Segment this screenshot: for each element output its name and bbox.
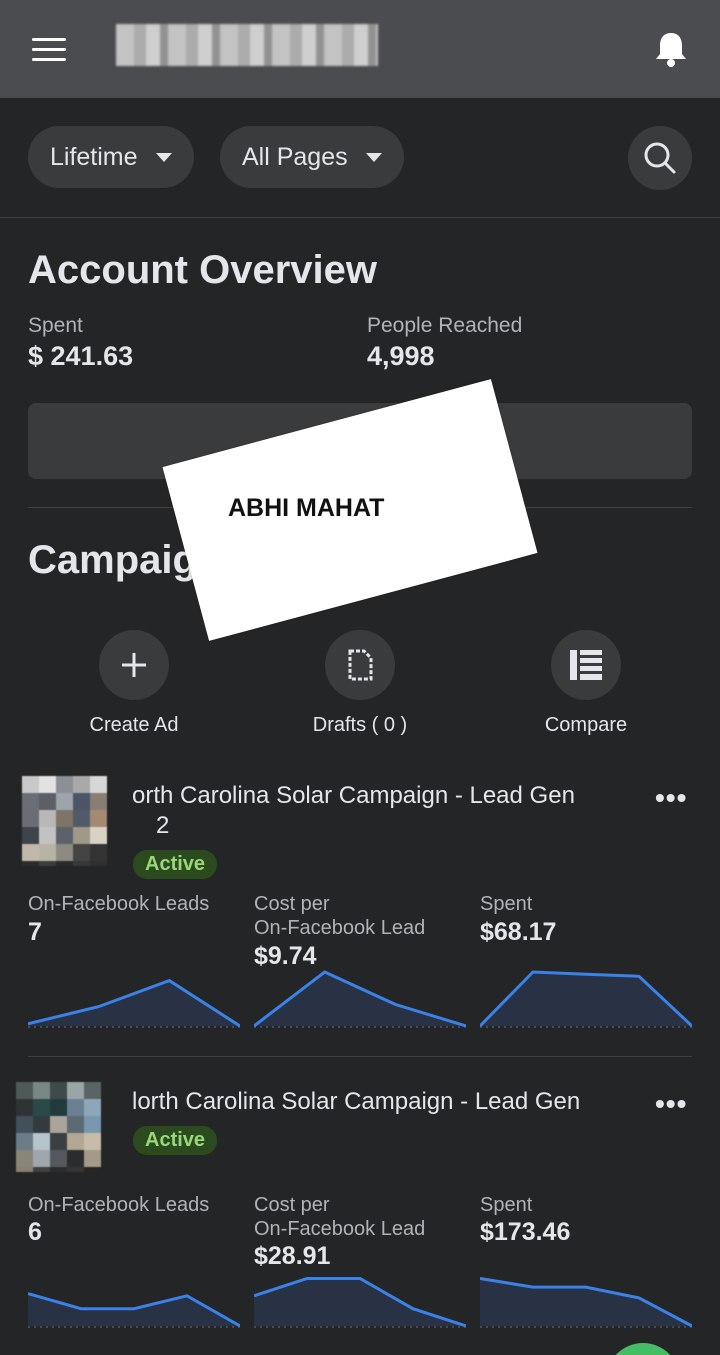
bell-icon[interactable] xyxy=(650,28,692,70)
sparkline-leads xyxy=(28,978,240,1028)
draft-document-icon xyxy=(325,630,395,700)
search-icon xyxy=(644,142,676,174)
status-badge: Active xyxy=(133,850,218,879)
create-ad-label: Create Ad xyxy=(89,714,179,736)
campaign-thumbnail[interactable] xyxy=(22,776,122,866)
stat-label-leads: On-Facebook Leads xyxy=(28,893,210,915)
stat-label-leads: On-Facebook Leads xyxy=(28,1194,210,1216)
compare-table-icon xyxy=(551,630,621,700)
divider xyxy=(28,1056,692,1057)
sparkline-spent xyxy=(480,970,692,1028)
stat-value-spent: $173.46 xyxy=(480,1218,571,1246)
drafts-label: Drafts ( 0 ) xyxy=(312,714,408,736)
compare-label: Compare xyxy=(544,714,628,736)
spent-label: Spent xyxy=(28,314,83,337)
campaigns-title: Campaig xyxy=(28,538,197,582)
campaign-thumbnail[interactable] xyxy=(16,1082,116,1172)
pages-label: All Pages xyxy=(242,142,348,171)
date-range-dropdown[interactable]: Lifetime xyxy=(28,126,194,188)
sparkline-area xyxy=(28,980,240,1026)
caret-down-icon xyxy=(155,152,172,162)
stat-label-cost-per-lead: Cost per On-Facebook Lead xyxy=(254,893,426,939)
people-reached-label: People Reached xyxy=(367,314,523,337)
filter-row: Lifetime All Pages xyxy=(0,98,720,218)
plus-icon xyxy=(99,630,169,700)
sparkline-area xyxy=(480,972,692,1026)
pages-dropdown[interactable]: All Pages xyxy=(220,126,404,188)
more-options-icon[interactable]: ••• xyxy=(655,1088,687,1120)
drafts-button[interactable]: Drafts ( 0 ) xyxy=(270,630,450,737)
date-range-label: Lifetime xyxy=(50,142,138,171)
status-badge: Active xyxy=(133,1126,218,1155)
campaign-name-line2[interactable]: 2 xyxy=(156,812,169,840)
stat-label-spent: Spent xyxy=(480,1194,533,1216)
stat-value-cost-per-lead: $28.91 xyxy=(254,1242,331,1270)
stat-label-cost-per-lead: Cost per On-Facebook Lead xyxy=(254,1194,426,1240)
hamburger-icon[interactable] xyxy=(32,38,66,62)
paper-note-text: ABHI MAHAT xyxy=(228,494,385,522)
stat-value-cost-per-lead: $9.74 xyxy=(254,942,317,970)
caret-down-icon xyxy=(365,152,382,162)
campaign-name-line1[interactable]: lorth Carolina Solar Campaign - Lead Gen xyxy=(132,1088,580,1116)
sparkline-spent xyxy=(480,1277,692,1328)
top-app-bar xyxy=(0,0,720,98)
blurred-account-name xyxy=(116,24,378,66)
sparkline-cost-per-lead xyxy=(254,1277,466,1328)
sparkline-cost-per-lead xyxy=(254,970,466,1028)
create-ad-button[interactable]: Create Ad xyxy=(44,630,224,737)
spent-value: $ 241.63 xyxy=(28,341,134,371)
stat-value-spent: $68.17 xyxy=(480,918,557,946)
people-reached-value: 4,998 xyxy=(367,341,435,371)
stat-label-spent: Spent xyxy=(480,893,533,915)
stat-value-leads: 6 xyxy=(28,1218,42,1246)
more-options-icon[interactable]: ••• xyxy=(655,782,687,814)
sparkline-area xyxy=(254,972,466,1026)
search-button[interactable] xyxy=(628,126,692,190)
stat-value-leads: 7 xyxy=(28,918,42,946)
sparkline-leads xyxy=(28,1292,240,1328)
campaign-name-line1[interactable]: orth Carolina Solar Campaign - Lead Gen xyxy=(132,782,575,810)
floating-action-button[interactable] xyxy=(606,1343,680,1355)
compare-button[interactable]: Compare xyxy=(496,630,676,737)
account-overview-title: Account Overview xyxy=(28,248,378,292)
